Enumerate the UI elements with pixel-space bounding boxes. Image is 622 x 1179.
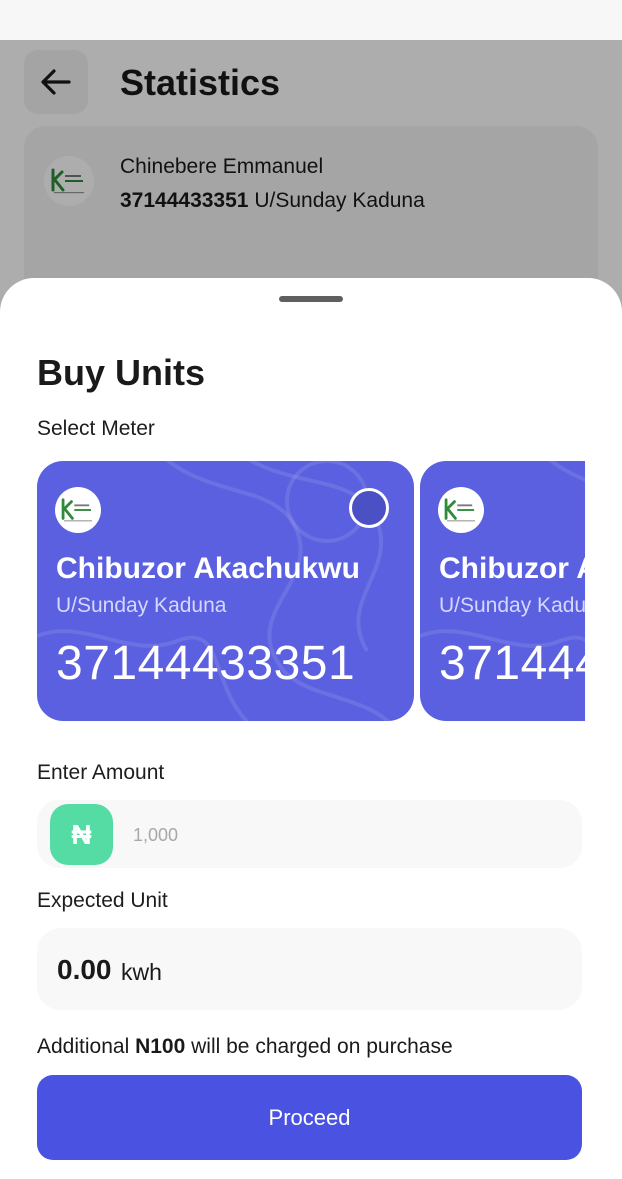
- expected-unit-field: 0.00 kwh: [37, 928, 582, 1010]
- meter-address: U/Sunday Kaduna: [439, 594, 585, 617]
- meter-carousel[interactable]: Chibuzor Akachukwu U/Sunday Kaduna 37144…: [37, 461, 585, 723]
- meter-address: U/Sunday Kaduna: [56, 594, 227, 617]
- status-bar: [0, 0, 622, 40]
- naira-icon: ₦: [50, 804, 113, 865]
- charge-note: Additional N100 will be charged on purch…: [37, 1034, 453, 1060]
- select-meter-label: Select Meter: [37, 417, 155, 440]
- expected-unit-value: 0.00: [57, 954, 112, 985]
- expected-unit-suffix: kwh: [121, 959, 162, 985]
- expected-unit-label: Expected Unit: [37, 889, 168, 912]
- meter-owner-name: Chibuzor Akachukwu: [439, 552, 585, 585]
- meter-owner-name: Chibuzor Akachukwu: [56, 552, 360, 585]
- sheet-drag-handle[interactable]: [279, 296, 343, 302]
- note-suffix: will be charged on purchase: [191, 1035, 453, 1058]
- meter-card[interactable]: Chibuzor Akachukwu U/Sunday Kaduna 37144…: [420, 461, 585, 721]
- kaduna-electric-logo: [55, 487, 101, 533]
- proceed-button[interactable]: Proceed: [37, 1075, 582, 1160]
- note-amount: N100: [135, 1035, 186, 1058]
- meter-number: 37144433351: [56, 637, 356, 690]
- meter-select-radio[interactable]: [349, 488, 389, 528]
- enter-amount-label: Enter Amount: [37, 761, 165, 784]
- meter-card[interactable]: Chibuzor Akachukwu U/Sunday Kaduna 37144…: [37, 461, 414, 721]
- amount-field[interactable]: ₦: [37, 800, 582, 868]
- note-prefix: Additional: [37, 1035, 130, 1058]
- kaduna-electric-logo: [438, 487, 484, 533]
- amount-input[interactable]: [131, 818, 555, 852]
- sheet-title: Buy Units: [37, 352, 206, 393]
- meter-number: 37144433351: [439, 637, 585, 690]
- buy-units-sheet: Buy Units Select Meter Chibuzor Akachukw…: [0, 278, 622, 1179]
